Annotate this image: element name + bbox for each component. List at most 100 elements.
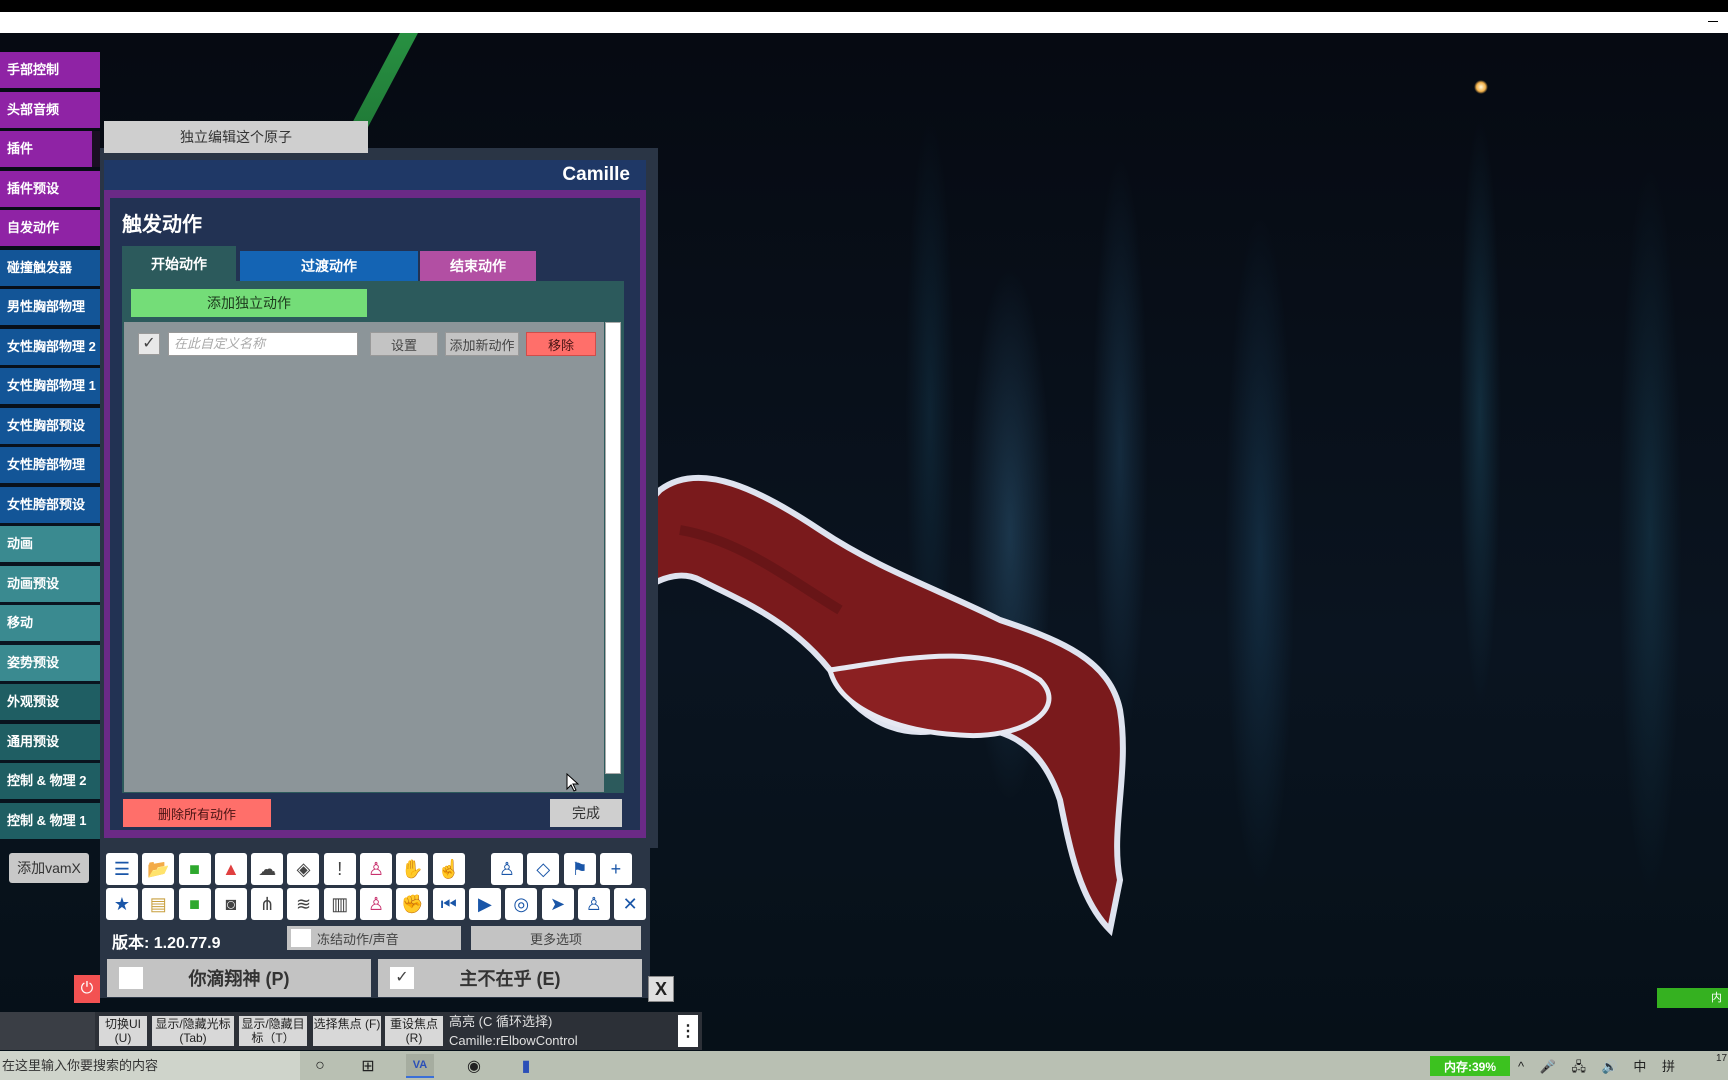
remove-person-icon[interactable]: ♙: [360, 888, 393, 920]
hint-reset-focus[interactable]: 重设焦点 (R): [385, 1016, 443, 1046]
hint-toggle-targets[interactable]: 显示/隐藏目标（T）: [239, 1016, 307, 1046]
tab-start-actions[interactable]: 开始动作: [122, 246, 236, 281]
pointer-hand-icon[interactable]: ☝: [432, 853, 465, 885]
side-menu-item[interactable]: 控制 & 物理 2: [0, 763, 100, 799]
side-menu-item[interactable]: 头部音频: [0, 91, 100, 128]
obs-icon[interactable]: ◉: [460, 1054, 488, 1078]
side-menu-item[interactable]: 插件预设: [0, 170, 100, 207]
more-options-button[interactable]: 更多选项: [471, 926, 641, 950]
side-menu-item[interactable]: 外观预设: [0, 684, 100, 720]
done-button[interactable]: 完成: [550, 799, 622, 827]
side-menu-item[interactable]: 姿势预设: [0, 644, 100, 681]
folder-icon[interactable]: ■: [178, 853, 211, 885]
side-menu-item[interactable]: 自发动作: [0, 210, 100, 246]
flag-icon[interactable]: ⚑: [563, 853, 596, 885]
app-icon[interactable]: ▮: [512, 1054, 540, 1078]
tab-transition-actions[interactable]: 过渡动作: [240, 251, 418, 281]
hint-info: 高亮 (C 循环选择) Camille:rElbowControl: [449, 1012, 578, 1050]
edit-atom-independently-button[interactable]: 独立编辑这个原子: [104, 121, 368, 153]
document-icon[interactable]: ▥: [323, 888, 356, 920]
toggle-e[interactable]: ✓ 主不在乎 (E): [378, 959, 642, 997]
toolbar-row-1: ☰ 📂 ■ ▲ ☁ ◈! ♙ ✋ ☝ ♙ ◇ ⚑ +: [106, 853, 632, 885]
cloud-download-icon[interactable]: ☁: [251, 853, 284, 885]
skip-back-icon[interactable]: ⏮: [432, 888, 465, 920]
freeze-motion-toggle[interactable]: 冻结动作/声音: [287, 926, 461, 950]
grab-hand-icon[interactable]: ✊: [396, 888, 429, 920]
remove-action-button[interactable]: 移除: [526, 332, 596, 356]
layers-icon[interactable]: ≋: [287, 888, 320, 920]
open-scene-icon[interactable]: 📂: [142, 853, 175, 885]
taskbar-search-input[interactable]: 在这里输入你要搜索的内容: [0, 1051, 300, 1080]
hint-toggle-cursor[interactable]: 显示/隐藏光标 (Tab): [152, 1016, 234, 1046]
minimize-icon[interactable]: [1708, 21, 1718, 22]
warning-icon[interactable]: !: [323, 853, 356, 885]
hint-select-focus[interactable]: 选择焦点 (F): [313, 1016, 381, 1046]
freeze-checkbox[interactable]: [291, 929, 311, 947]
add-new-action-button[interactable]: 添加新动作: [445, 332, 519, 356]
cursor-icon[interactable]: ➤: [541, 888, 574, 920]
tools-icon[interactable]: ✕: [614, 888, 647, 920]
hint-bar-left: [0, 1012, 95, 1050]
delete-scene-icon[interactable]: ▲: [214, 853, 247, 885]
side-menu-item[interactable]: 女性胸部物理 2: [0, 328, 100, 365]
camera-icon[interactable]: ◙: [214, 888, 247, 920]
side-menu-item[interactable]: 男性胸部物理: [0, 289, 100, 325]
toggle-p[interactable]: 你滴翔神 (P): [107, 959, 371, 997]
more-vert-icon[interactable]: ⋮: [678, 1015, 698, 1047]
trigger-panel-title: 触发动作: [122, 214, 202, 236]
side-menu-item[interactable]: 动画: [0, 526, 100, 562]
side-menu-item[interactable]: 女性胯部预设: [0, 486, 100, 523]
toolbar-row-2: ★ ▤ ■ ◙ ⋔ ≋ ▥ ♙ ✊ ⏮ ▶ ◎ ➤ ♙ ✕: [106, 888, 647, 920]
version-label: 版本: 1.20.77.9: [112, 935, 221, 952]
target-icon[interactable]: ◎: [505, 888, 538, 920]
people-icon[interactable]: ♙: [577, 888, 610, 920]
unity-icon[interactable]: ◇: [527, 853, 560, 885]
cortana-icon[interactable]: ○: [306, 1054, 334, 1078]
plus-icon[interactable]: +: [599, 853, 632, 885]
tab-end-actions[interactable]: 结束动作: [420, 251, 536, 281]
side-menu-item[interactable]: 动画预设: [0, 565, 100, 602]
cube-icon[interactable]: ◈: [287, 853, 320, 885]
side-menu-item[interactable]: 控制 & 物理 1: [0, 802, 100, 839]
vam-app-icon[interactable]: VA: [406, 1054, 434, 1078]
add-person-icon[interactable]: ♙: [360, 853, 393, 885]
graph-icon[interactable]: ⋔: [251, 888, 284, 920]
toggle-e-checkbox[interactable]: ✓: [390, 967, 414, 989]
side-menu: 手部控制 头部音频 插件 插件预设 自发动作 碰撞触发器 男性胸部物理 女性胸部物理 2 女性胸…: [0, 52, 100, 842]
toggle-p-label: 你滴翔神 (P): [188, 969, 290, 989]
play-icon[interactable]: ▶: [468, 888, 501, 920]
side-menu-item[interactable]: 女性胯部物理: [0, 447, 100, 483]
menu-icon[interactable]: ☰: [106, 853, 138, 885]
close-panel-button[interactable]: X: [648, 976, 674, 1002]
power-icon[interactable]: ⏻: [74, 975, 100, 1003]
side-menu-item[interactable]: 通用预设: [0, 723, 100, 760]
side-menu-item[interactable]: 手部控制: [0, 52, 100, 88]
system-tray[interactable]: ^ 🎤 🖧 🔊 中 拼: [1518, 1056, 1681, 1080]
scene-cloth-model[interactable]: [640, 470, 1240, 950]
star-icon[interactable]: ★: [106, 888, 138, 920]
window-top-border: [0, 0, 1728, 12]
task-view-icon[interactable]: ⊞: [354, 1054, 382, 1078]
save-scene-icon[interactable]: ▤: [142, 888, 175, 920]
add-vamx-button[interactable]: 添加vamX: [9, 853, 89, 883]
side-menu-item[interactable]: 女性胸部预设: [0, 407, 100, 444]
hand-icon[interactable]: ✋: [396, 853, 429, 885]
action-settings-button[interactable]: 设置: [370, 332, 438, 356]
side-menu-item[interactable]: 女性胸部物理 1: [0, 368, 100, 404]
action-row: ✓ 在此自定义名称 设置 添加新动作 移除: [130, 329, 602, 359]
add-independent-action-button[interactable]: 添加独立动作: [131, 289, 367, 317]
trigger-panel-footer: 删除所有动作 完成: [122, 793, 624, 827]
toggle-p-checkbox[interactable]: [119, 967, 143, 989]
side-menu-item[interactable]: 插件: [0, 131, 100, 167]
delete-all-actions-button[interactable]: 删除所有动作: [123, 799, 271, 827]
side-menu-item[interactable]: 移动: [0, 605, 100, 641]
settings-folder-icon[interactable]: ■: [178, 888, 211, 920]
action-list-scrollbar[interactable]: [605, 322, 621, 774]
side-menu-item[interactable]: 碰撞触发器: [0, 249, 100, 286]
hint-toggle-ui[interactable]: 切换UI (U): [99, 1016, 147, 1046]
taskbar-clock[interactable]: 17: [1716, 1053, 1727, 1065]
atom-name: Camille: [562, 164, 630, 185]
action-enabled-checkbox[interactable]: ✓: [138, 333, 160, 355]
action-name-input[interactable]: 在此自定义名称: [168, 332, 358, 356]
person-icon[interactable]: ♙: [490, 853, 523, 885]
